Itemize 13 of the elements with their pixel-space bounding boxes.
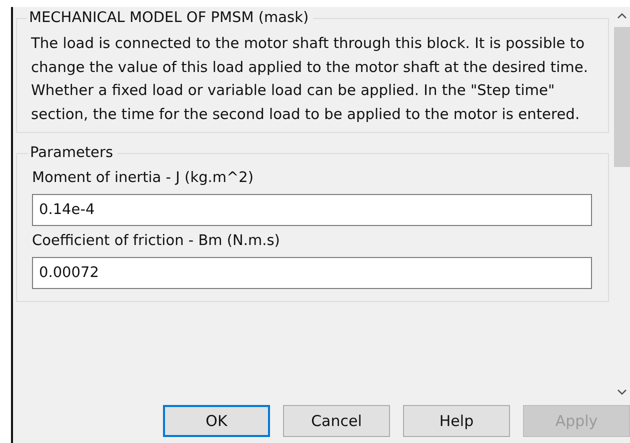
field-label: Moment of inertia - J (kg.m^2) bbox=[32, 170, 255, 186]
input-field[interactable]: 0.14e-4 bbox=[32, 194, 592, 226]
field-label: Coefficient of friction - Bm (N.m.s) bbox=[32, 233, 281, 250]
scroll-up-icon[interactable] bbox=[617, 13, 627, 19]
scroll-down-icon[interactable] bbox=[617, 389, 627, 395]
dialog-button[interactable]: Help bbox=[403, 405, 510, 437]
dialog-button[interactable]: Cancel bbox=[283, 405, 390, 437]
description-text: The load is connected to the motor shaft through this block. It is possible to change the value of this load applied to the motor shaft at the desired time. Whether a fixed load or variable load can be applied. In the "Step time" section, the time for the second load to be applied to the motor is entered. bbox=[31, 34, 590, 125]
scrollbar-thumb[interactable] bbox=[614, 27, 630, 167]
input-field[interactable]: 0.00072 bbox=[32, 257, 592, 290]
dialog-button[interactable]: OK bbox=[163, 405, 270, 437]
group-title: MECHANICAL MODEL OF PMSM (mask) bbox=[28, 10, 310, 26]
group-title: Parameters bbox=[29, 145, 114, 162]
